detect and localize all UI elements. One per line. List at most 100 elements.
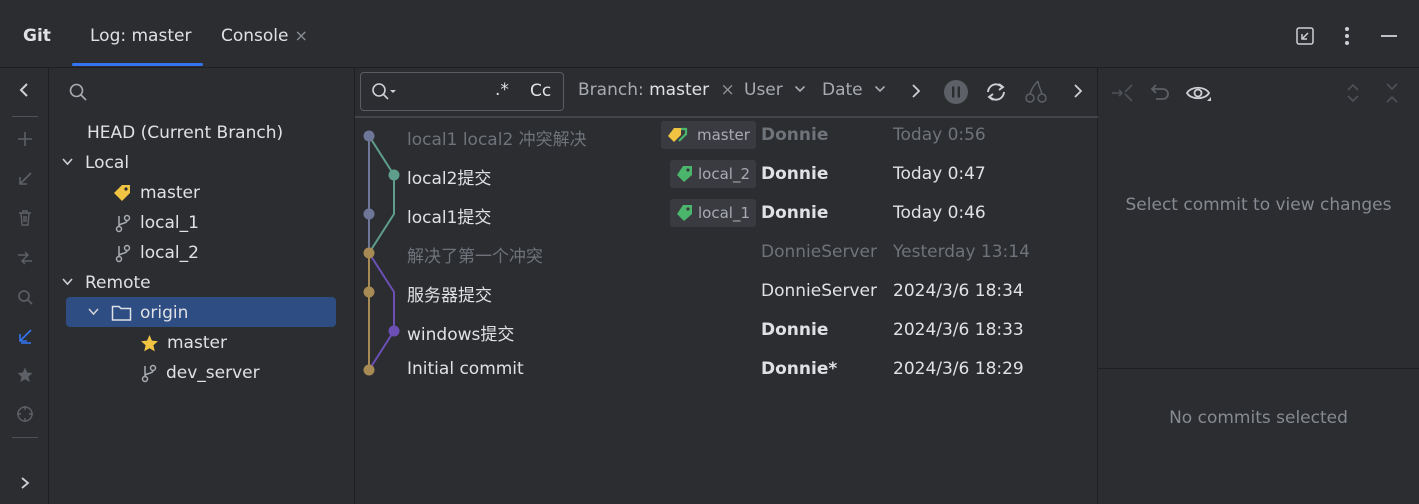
date-filter-label: Date [822, 80, 863, 100]
target-icon[interactable] [12, 401, 38, 427]
chevron-down-icon[interactable] [61, 155, 75, 172]
chevron-down-icon [794, 80, 806, 100]
commit-row[interactable]: local1提交 local_1 Donnie Today 0:46 [355, 195, 1098, 234]
commit-row[interactable]: windows提交 Donnie 2024/3/6 18:33 [355, 312, 1098, 351]
commit-date: 2024/3/6 18:33 [893, 320, 1024, 340]
more-options-icon[interactable] [1335, 22, 1359, 50]
details-splitter[interactable] [1098, 368, 1419, 369]
commit-date: Today 0:56 [893, 125, 986, 145]
match-case-toggle[interactable]: Cc [530, 81, 551, 101]
tree-item-dev-server[interactable]: dev_server [141, 358, 260, 388]
user-filter-label: User [744, 80, 783, 100]
tree-item-label: master [167, 333, 227, 353]
chevron-down-icon[interactable] [87, 305, 101, 322]
commit-author: DonnieServer [761, 242, 877, 262]
tree-group-remote[interactable]: Remote [61, 268, 151, 298]
branch-filter-label: Branch: [578, 80, 644, 100]
tree-item-local-1[interactable]: local_1 [115, 208, 199, 238]
commit-author: Donnie [761, 125, 829, 145]
ref-badge-local-1: local_1 [670, 199, 756, 227]
tree-item-origin[interactable]: origin [87, 298, 188, 328]
compare-icon[interactable] [1110, 81, 1134, 109]
compare-icon[interactable] [12, 245, 38, 271]
restore-layout-icon[interactable] [1293, 22, 1317, 50]
ref-badge-label: master [697, 126, 750, 144]
ref-badge-label: local_1 [698, 204, 750, 222]
commit-row[interactable]: local2提交 local_2 Donnie Today 0:47 [355, 156, 1098, 195]
commit-message: 服务器提交 [407, 286, 492, 306]
commit-date: Yesterday 13:14 [893, 242, 1030, 262]
commit-message: Initial commit [407, 359, 524, 379]
collapse-left-icon[interactable] [12, 77, 38, 103]
commit-date: Today 0:47 [893, 164, 986, 184]
tab-close-icon[interactable]: × [295, 26, 308, 45]
tool-window-title: Git [23, 26, 51, 46]
log-filter-toolbar: .* Cc Branch: master × User Date [355, 68, 1098, 116]
tree-item-head[interactable]: HEAD (Current Branch) [87, 118, 283, 148]
collapse-all-icon[interactable] [1382, 82, 1402, 108]
update-branch-icon[interactable] [12, 166, 38, 192]
commit-message: 解决了第一个冲突 [407, 247, 543, 267]
star-icon [140, 334, 159, 353]
commit-row[interactable]: 服务器提交 DonnieServer 2024/3/6 18:34 [355, 273, 1098, 312]
minimize-icon[interactable] [1377, 22, 1401, 50]
chevron-down-icon[interactable] [61, 275, 75, 292]
tag-icon [677, 205, 692, 221]
commit-date: 2024/3/6 18:29 [893, 359, 1024, 379]
commit-row[interactable]: 解决了第一个冲突 DonnieServer Yesterday 13:14 [355, 234, 1098, 273]
tag-icon [113, 184, 132, 203]
tree-item-label: origin [140, 303, 189, 323]
tool-window-header: Git Log: master Console × [0, 0, 1419, 68]
favorite-icon[interactable] [12, 362, 38, 388]
search-branch-icon[interactable] [12, 284, 38, 310]
revert-icon[interactable] [1148, 81, 1172, 109]
commit-details-panel: Select commit to view changes No commits… [1098, 68, 1419, 504]
log-toolstrip [0, 68, 49, 504]
commit-author: DonnieServer [761, 281, 877, 301]
commit-search-input[interactable]: .* Cc [360, 72, 564, 111]
cherry-pick-icon[interactable] [1024, 79, 1048, 109]
commit-message: local1 local2 冲突解决 [407, 130, 587, 150]
tab-label: Console [221, 26, 289, 46]
branch-icon [141, 364, 158, 383]
tree-item-local-2[interactable]: local_2 [115, 238, 199, 268]
clear-filter-icon[interactable]: × [720, 80, 734, 100]
delete-branch-icon[interactable] [12, 205, 38, 231]
chevron-right-icon[interactable] [909, 82, 923, 104]
user-filter[interactable]: User [744, 80, 806, 100]
expand-collapse-icon[interactable] [1343, 82, 1363, 108]
regex-toggle[interactable]: .* [495, 80, 509, 100]
ref-badge-local-2: local_2 [670, 160, 756, 188]
pause-icon[interactable] [943, 79, 969, 109]
ref-badge-master: master [661, 121, 756, 149]
refresh-icon[interactable] [983, 79, 1009, 109]
expand-right-icon[interactable] [12, 470, 38, 496]
commit-row[interactable]: local1 local2 冲突解决 master Donnie Today 0… [355, 117, 1098, 156]
folder-icon [111, 304, 132, 322]
date-filter[interactable]: Date [822, 80, 886, 100]
commit-row[interactable]: Initial commit Donnie* 2024/3/6 18:29 [355, 351, 1098, 390]
eye-icon[interactable] [1185, 81, 1213, 109]
branch-filter[interactable]: Branch: master × [578, 80, 735, 100]
commit-message: local1提交 [407, 208, 492, 228]
tree-item-label: HEAD (Current Branch) [87, 123, 284, 143]
commit-message: windows提交 [407, 325, 515, 345]
tab-console[interactable]: Console × [221, 26, 308, 46]
tree-item-local-master[interactable]: master [113, 178, 200, 208]
new-branch-icon[interactable] [12, 126, 38, 152]
search-history-icon[interactable] [371, 82, 397, 106]
tab-log-master[interactable]: Log: master [90, 26, 191, 46]
commit-message: local2提交 [407, 169, 492, 189]
commit-author: Donnie* [761, 359, 838, 379]
tree-item-label: local_1 [140, 213, 199, 233]
tree-item-remote-master[interactable]: master [140, 328, 227, 358]
chevron-right-icon[interactable] [1071, 82, 1085, 104]
branches-panel: HEAD (Current Branch) Local master local… [49, 68, 355, 504]
search-icon[interactable] [68, 82, 88, 106]
empty-commit-message: No commits selected [1169, 408, 1348, 428]
commit-author: Donnie [761, 203, 829, 223]
tree-group-local[interactable]: Local [61, 148, 129, 178]
branch-filter-value: master [649, 80, 710, 100]
navigate-log-icon[interactable] [12, 323, 38, 349]
tree-group-label: Remote [85, 273, 151, 293]
